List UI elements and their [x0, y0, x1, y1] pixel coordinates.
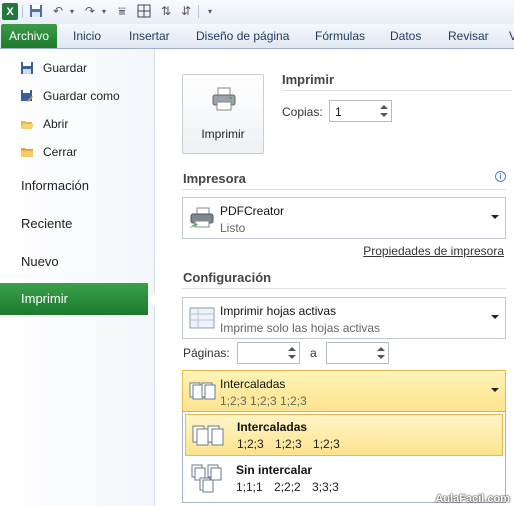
save-as-icon	[21, 90, 33, 102]
info-icon[interactable]: i	[495, 171, 506, 182]
menu-item-desc: 1;1;1 2;2;2 3;3;3	[236, 480, 339, 494]
printer-select[interactable]: PDFCreator Listo	[182, 197, 506, 239]
ribbon-tabs: Archivo Inicio Insertar Diseño de página…	[0, 24, 514, 49]
filter-icon[interactable]: ⩸	[114, 3, 130, 19]
sort-descending-icon[interactable]: ⇵	[178, 3, 194, 19]
nav-guardar-como[interactable]: Guardar como	[20, 86, 120, 106]
chevron-down-icon	[491, 215, 499, 219]
tab-formulas[interactable]: Fórmulas	[315, 24, 365, 48]
print-scope-title: Imprimir hojas activas	[220, 304, 337, 318]
collate-select[interactable]: Intercaladas 1;2;3 1;2;3 1;2;3	[182, 370, 506, 412]
save-icon[interactable]	[28, 3, 44, 19]
print-button-label: Imprimir	[201, 127, 245, 141]
collate-desc: 1;2;3 1;2;3 1;2;3	[220, 394, 307, 408]
sort-ascending-icon[interactable]: ⇅	[158, 3, 174, 19]
pages-from-spin-arrows[interactable]	[287, 345, 297, 361]
settings-divider	[182, 288, 506, 289]
copies-label: Copias:	[282, 105, 323, 119]
pages-to-spin-arrows[interactable]	[376, 345, 386, 361]
collate-title: Intercaladas	[220, 377, 286, 391]
nav-imprimir[interactable]: Imprimir	[0, 283, 155, 315]
save-icon	[21, 62, 33, 74]
tab-archivo[interactable]: Archivo	[1, 24, 57, 48]
nav-imprimir-label: Imprimir	[21, 291, 68, 306]
watermark: AulaFacil.com	[435, 493, 510, 505]
chevron-down-icon	[491, 315, 499, 319]
menu-item-title: Sin intercalar	[236, 463, 313, 477]
tab-diseno-de-pagina[interactable]: Diseño de página	[196, 24, 289, 48]
menu-item-intercaladas[interactable]: Intercaladas 1;2;3 1;2;3 1;2;3	[185, 414, 503, 456]
redo-dropdown-icon[interactable]: ▾	[96, 3, 112, 19]
nav-informacion[interactable]: Información	[21, 178, 89, 193]
nav-guardar-label: Guardar	[43, 61, 88, 75]
pages-label: Páginas:	[183, 346, 230, 360]
print-button[interactable]: Imprimir	[182, 74, 264, 154]
nav-guardar[interactable]: Guardar	[20, 58, 87, 78]
printer-icon	[189, 207, 214, 228]
borders-icon[interactable]	[136, 3, 152, 19]
excel-logo-icon: X	[2, 3, 18, 20]
tab-inicio[interactable]: Inicio	[73, 24, 101, 48]
print-pane: Imprimir Imprimir Copias: 1 Impresora i …	[156, 49, 514, 506]
printer-icon	[212, 87, 236, 111]
print-scope-desc: Imprime solo las hojas activas	[220, 321, 381, 335]
collated-pages-icon	[189, 382, 216, 400]
selection-arrow	[148, 292, 155, 306]
printer-divider	[182, 189, 506, 190]
nav-cerrar-label: Cerrar	[43, 145, 78, 159]
print-scope-select[interactable]: Imprimir hojas activas Imprime solo las …	[182, 297, 506, 339]
customize-toolbar-icon[interactable]: ▾	[202, 3, 218, 19]
copies-spin-arrows[interactable]	[379, 103, 389, 119]
nav-nuevo[interactable]: Nuevo	[21, 254, 59, 269]
open-folder-icon	[21, 121, 34, 129]
tab-insertar[interactable]: Insertar	[129, 24, 170, 48]
chevron-down-icon	[491, 388, 499, 392]
menu-item-title: Intercaladas	[237, 420, 308, 434]
toolbar-separator	[22, 5, 23, 18]
close-folder-icon	[21, 148, 33, 157]
active-sheets-icon	[189, 307, 215, 329]
printer-heading: Impresora	[183, 171, 246, 186]
collate-dropdown-menu: Intercaladas 1;2;3 1;2;3 1;2;3 Sin inter…	[182, 411, 506, 503]
printer-status: Listo	[220, 221, 246, 235]
quick-access-toolbar: X ↶ ▾ ↷ ▾ ⩸ ⇅ ⇵ ▾	[0, 0, 514, 24]
settings-heading: Configuración	[183, 270, 272, 285]
tab-revisar[interactable]: Revisar	[448, 24, 489, 48]
uncollated-pages-icon	[191, 464, 222, 493]
nav-guardar-como-label: Guardar como	[43, 89, 120, 103]
toolbar-separator	[198, 5, 199, 18]
menu-item-desc: 1;2;3 1;2;3 1;2;3	[237, 437, 340, 451]
heading-divider	[282, 90, 512, 91]
collated-pages-icon	[192, 425, 224, 446]
nav-abrir-label: Abrir	[43, 117, 69, 131]
nav-abrir[interactable]: Abrir	[20, 114, 68, 134]
pages-from-stepper[interactable]	[237, 342, 300, 364]
print-heading: Imprimir	[282, 72, 335, 87]
printer-name: PDFCreator	[220, 204, 285, 218]
backstage-nav: Guardar Guardar como Abrir Cerrar Inform…	[0, 49, 155, 506]
copies-value: 1	[335, 105, 342, 119]
nav-reciente[interactable]: Reciente	[21, 216, 72, 231]
tab-vista[interactable]: V	[509, 24, 514, 48]
printer-properties-link[interactable]: Propiedades de impresora	[363, 244, 504, 258]
tab-datos[interactable]: Datos	[390, 24, 421, 48]
pages-to-stepper[interactable]	[326, 342, 389, 364]
copies-stepper[interactable]: 1	[329, 100, 392, 122]
nav-cerrar[interactable]: Cerrar	[20, 142, 77, 162]
pages-to-label: a	[310, 346, 317, 360]
undo-dropdown-icon[interactable]: ▾	[64, 3, 80, 19]
